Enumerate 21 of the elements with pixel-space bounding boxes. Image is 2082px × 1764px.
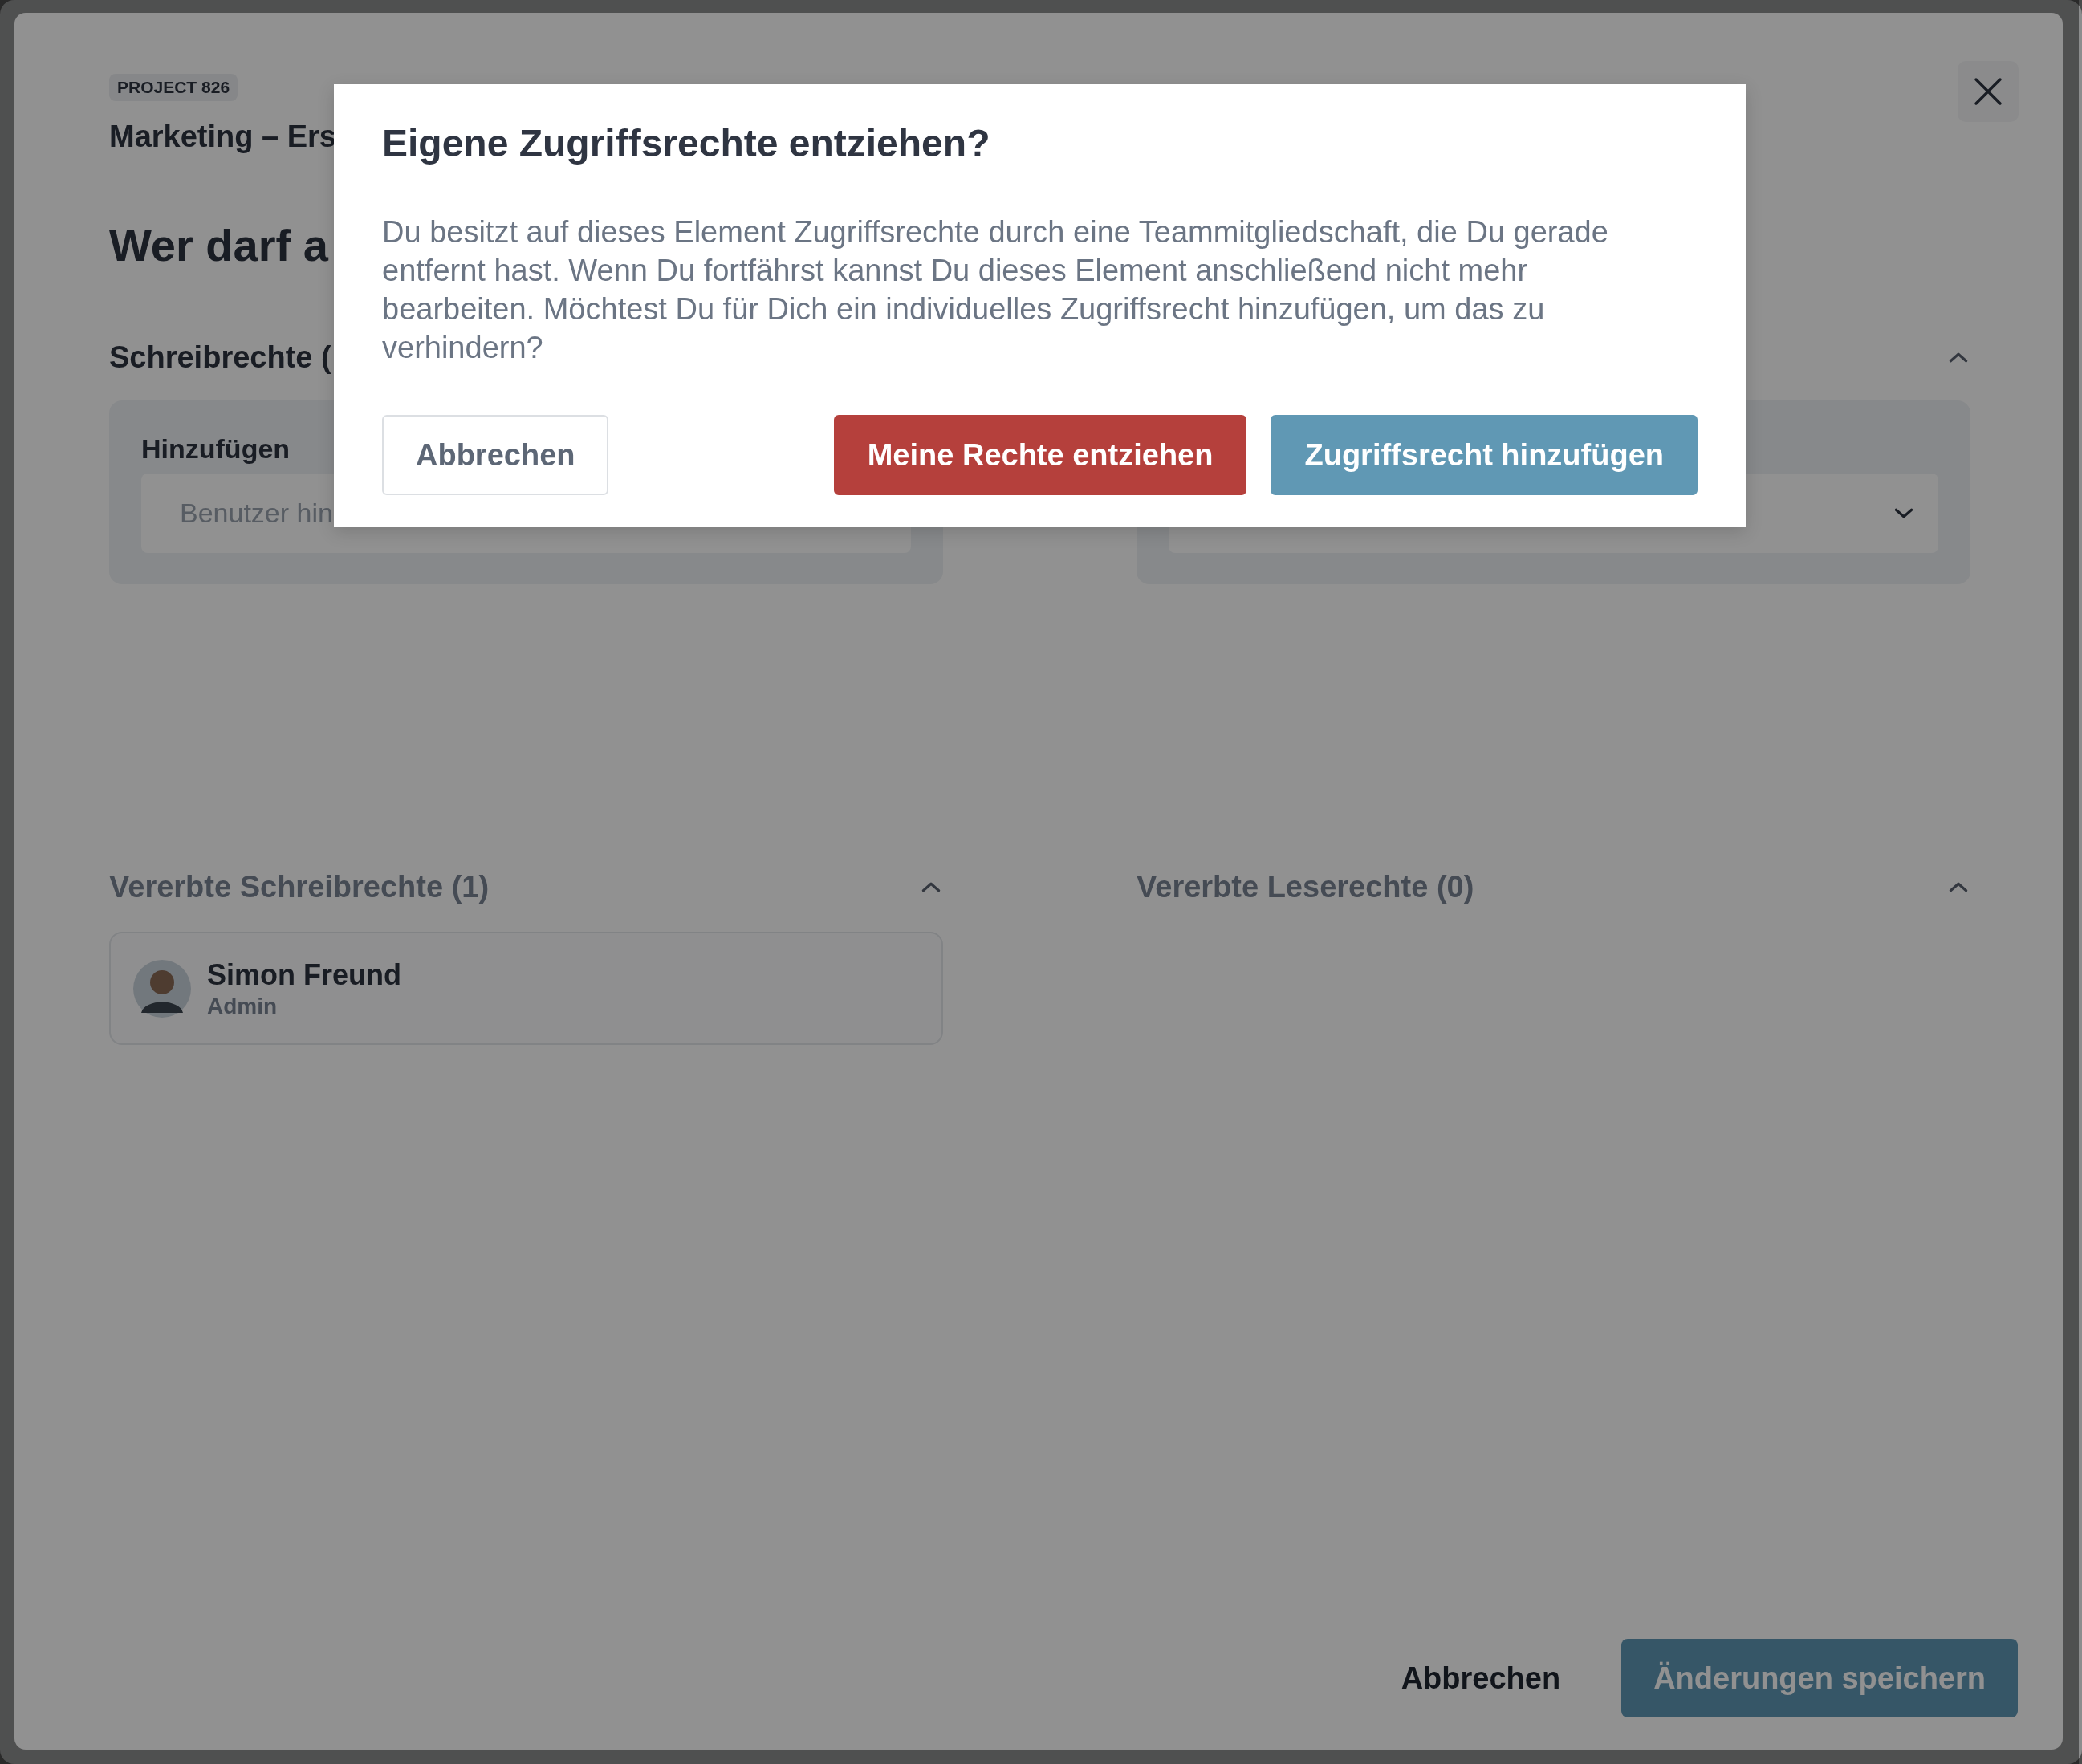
project-badge: PROJECT 826 [109, 74, 238, 101]
close-button[interactable] [1958, 61, 2019, 122]
close-icon [1972, 75, 2004, 108]
field-label: Hinzufügen [141, 433, 291, 465]
dialog-button[interactable]: Abbrechen [382, 415, 609, 495]
dialog-button[interactable]: Meine Rechte entziehen [833, 415, 1247, 495]
project-title: Marketing – Ers [109, 119, 336, 155]
section-title: Vererbte Leserechte (0) [1137, 869, 1474, 905]
section-title: Schreibrechte ( [109, 339, 331, 376]
page-heading: Wer darf a [109, 219, 328, 272]
chevron-down-icon [1893, 507, 1914, 519]
cancel-button[interactable]: Abbrechen [1380, 1644, 1582, 1712]
member-role: Admin [207, 992, 279, 1020]
dialog-message: Du besitzt auf dieses Element Zugriffsrechte durch eine Teammitgliedschaft, die Du gerade entfernt hast. Wenn Du fortfährst kannst Du dieses Element anschließend nicht mehr bearbeiten. Möchtest Du für Dich ein individuelles Zugriffsrecht hinzufügen, um das zu verhindern? [382, 214, 1609, 366]
chevron-icon[interactable] [1948, 880, 1969, 893]
section-title: Vererbte Schreibrechte (1) [109, 869, 490, 905]
member-name: Simon Freund [207, 957, 401, 993]
chevron-icon[interactable] [921, 880, 941, 893]
dialog-title: Eigene Zugriffsrechte entziehen? [382, 121, 991, 166]
dialog-button[interactable]: Zugriffsrecht hinzufügen [1271, 415, 1698, 495]
chevron-icon[interactable] [1948, 351, 1969, 364]
